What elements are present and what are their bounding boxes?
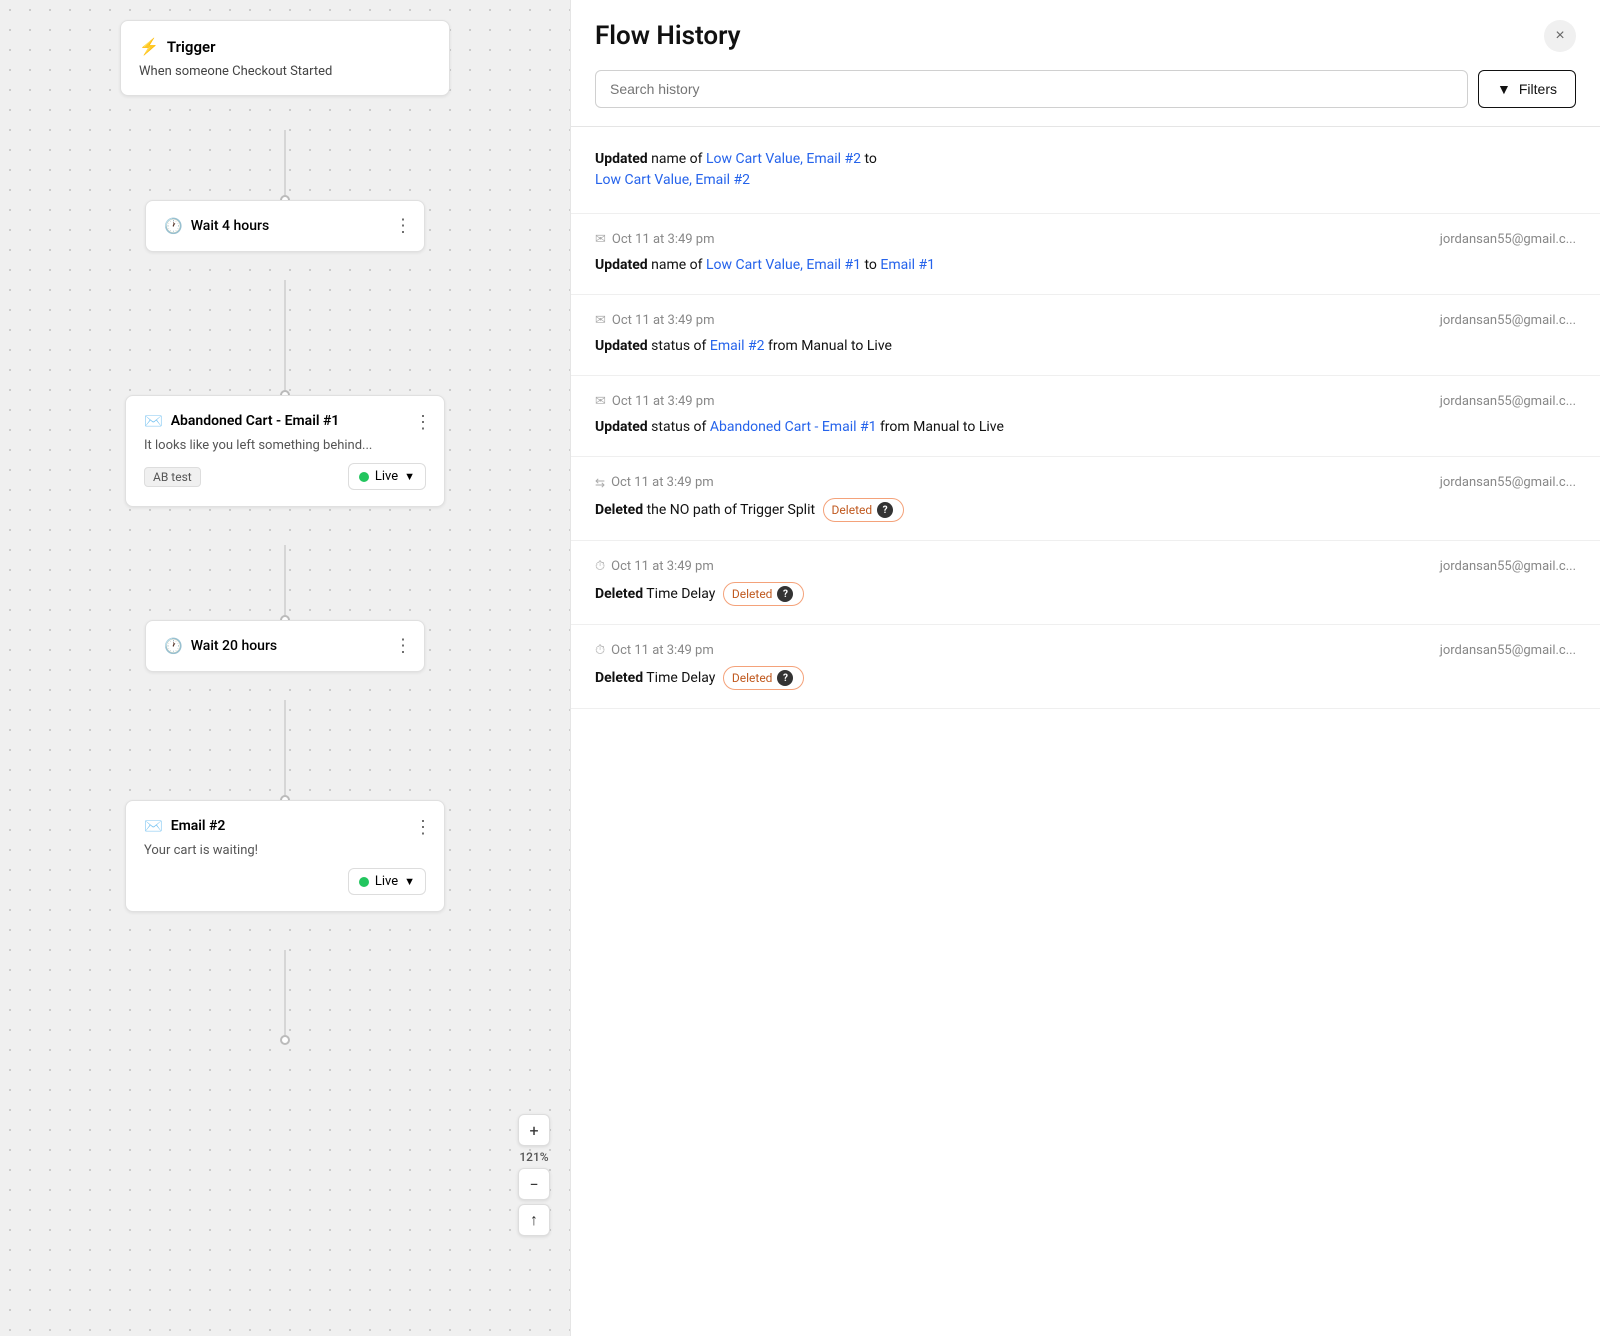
trigger-node-title: Trigger — [167, 38, 216, 56]
history-item-5: ⏱ Oct 11 at 3:49 pm jordansan55@gmail.c.… — [571, 541, 1600, 625]
connector-4 — [285, 700, 286, 805]
chevron-down-icon-1: ▼ — [404, 470, 415, 483]
mail-meta-icon-2: ✉ — [595, 313, 606, 328]
email-node-1: ✉️ Abandoned Cart - Email #1 It looks li… — [125, 395, 445, 507]
connector-dot-5 — [280, 1035, 290, 1045]
history-item-4: ⇆ Oct 11 at 3:49 pm jordansan55@gmail.c.… — [571, 457, 1600, 541]
history-item-1: ✉ Oct 11 at 3:49 pm jordansan55@gmail.c.… — [571, 214, 1600, 295]
email-node-2-status[interactable]: Live ▼ — [348, 868, 426, 895]
user-5: jordansan55@gmail.c... — [1440, 559, 1576, 574]
connector-2 — [285, 280, 286, 400]
panel-title: Flow History — [595, 21, 741, 51]
wait-node-1-more[interactable]: ⋮ — [394, 216, 412, 237]
user-4: jordansan55@gmail.c... — [1440, 475, 1576, 490]
deleted-badge-6: Deleted ? — [723, 666, 805, 690]
filter-icon: ▼ — [1497, 81, 1511, 97]
history-meta-2: ✉ Oct 11 at 3:49 pm jordansan55@gmail.c.… — [595, 313, 1576, 328]
panel-header: Flow History × ▼ Filters — [571, 0, 1600, 127]
clock-icon-1: 🕐 — [164, 217, 183, 235]
deleted-badge-4: Deleted ? — [823, 498, 905, 522]
email-node-1-more[interactable]: ⋮ — [414, 412, 432, 433]
ab-badge: AB test — [144, 467, 201, 487]
history-meta-4: ⇆ Oct 11 at 3:49 pm jordansan55@gmail.c.… — [595, 475, 1576, 490]
email-node-1-status[interactable]: Live ▼ — [348, 463, 426, 490]
email-node-2: ✉️ Email #2 Your cart is waiting! Live ▼… — [125, 800, 445, 912]
timestamp-5: Oct 11 at 3:49 pm — [611, 559, 714, 574]
email-node-2-more[interactable]: ⋮ — [414, 817, 432, 838]
help-icon-5: ? — [777, 586, 793, 602]
bolt-icon: ⚡ — [139, 37, 159, 56]
history-content-5: Deleted Time Delay Deleted ? — [595, 582, 1576, 606]
help-icon-6: ? — [777, 670, 793, 686]
search-input-wrap — [595, 70, 1468, 108]
mail-icon-2: ✉️ — [144, 817, 163, 835]
history-meta-1: ✉ Oct 11 at 3:49 pm jordansan55@gmail.c.… — [595, 232, 1576, 247]
mail-icon-1: ✉️ — [144, 412, 163, 430]
zoom-in-button[interactable]: + — [518, 1114, 550, 1146]
email-node-2-subtitle: Your cart is waiting! — [144, 843, 426, 858]
email-node-1-title: Abandoned Cart - Email #1 — [171, 413, 340, 429]
email-node-1-subtitle: It looks like you left something behind.… — [144, 438, 426, 453]
history-item-6: ⏱ Oct 11 at 3:49 pm jordansan55@gmail.c.… — [571, 625, 1600, 709]
connector-3 — [285, 545, 286, 625]
history-content-0: Updated name of Low Cart Value, Email #2… — [595, 149, 1576, 191]
zoom-controls: + 121% − ↑ — [518, 1114, 550, 1236]
user-6: jordansan55@gmail.c... — [1440, 643, 1576, 658]
live-dot-2 — [359, 877, 369, 887]
timestamp-2: Oct 11 at 3:49 pm — [612, 313, 715, 328]
clock-icon-2: 🕐 — [164, 637, 183, 655]
flow-canvas: ⚡ Trigger When someone Checkout Started … — [0, 0, 570, 1336]
timestamp-1: Oct 11 at 3:49 pm — [612, 232, 715, 247]
connector-5 — [285, 950, 286, 1040]
email-node-2-title: Email #2 — [171, 818, 226, 834]
user-3: jordansan55@gmail.c... — [1440, 394, 1576, 409]
wait-node-1-label: Wait 4 hours — [191, 218, 269, 234]
history-content-1: Updated name of Low Cart Value, Email #1… — [595, 255, 1576, 276]
wait-node-2: 🕐 Wait 20 hours ⋮ — [145, 620, 425, 672]
trigger-node: ⚡ Trigger When someone Checkout Started — [120, 20, 450, 96]
chevron-down-icon-2: ▼ — [404, 875, 415, 888]
history-meta-5: ⏱ Oct 11 at 3:49 pm jordansan55@gmail.c.… — [595, 559, 1576, 574]
history-item-2: ✉ Oct 11 at 3:49 pm jordansan55@gmail.c.… — [571, 295, 1600, 376]
history-item-3: ✉ Oct 11 at 3:49 pm jordansan55@gmail.c.… — [571, 376, 1600, 457]
clock-meta-icon-5: ⏱ — [595, 559, 605, 574]
history-meta-3: ✉ Oct 11 at 3:49 pm jordansan55@gmail.c.… — [595, 394, 1576, 409]
filter-button[interactable]: ▼ Filters — [1478, 70, 1576, 108]
history-item-0: Updated name of Low Cart Value, Email #2… — [571, 127, 1600, 214]
history-content-3: Updated status of Abandoned Cart - Email… — [595, 417, 1576, 438]
trigger-node-subtitle: When someone Checkout Started — [139, 64, 431, 79]
zoom-reset-button[interactable]: ↑ — [518, 1204, 550, 1236]
user-1: jordansan55@gmail.c... — [1440, 232, 1576, 247]
timestamp-3: Oct 11 at 3:49 pm — [612, 394, 715, 409]
user-2: jordansan55@gmail.c... — [1440, 313, 1576, 328]
history-content-2: Updated status of Email #2 from Manual t… — [595, 336, 1576, 357]
history-list: Updated name of Low Cart Value, Email #2… — [571, 127, 1600, 1336]
flow-history-panel: Flow History × ▼ Filters Updated name of… — [570, 0, 1600, 1336]
help-icon-4: ? — [877, 502, 893, 518]
zoom-level: 121% — [519, 1150, 548, 1164]
history-content-6: Deleted Time Delay Deleted ? — [595, 666, 1576, 690]
mail-meta-icon-3: ✉ — [595, 394, 606, 409]
filter-label: Filters — [1519, 81, 1557, 97]
clock-meta-icon-6: ⏱ — [595, 643, 605, 658]
connector-1 — [285, 130, 286, 205]
mail-meta-icon-1: ✉ — [595, 232, 606, 247]
trigger-meta-icon-4: ⇆ — [595, 476, 605, 490]
close-button[interactable]: × — [1544, 20, 1576, 52]
history-content-4: Deleted the NO path of Trigger Split Del… — [595, 498, 1576, 522]
zoom-out-button[interactable]: − — [518, 1168, 550, 1200]
history-meta-6: ⏱ Oct 11 at 3:49 pm jordansan55@gmail.c.… — [595, 643, 1576, 658]
live-dot-1 — [359, 472, 369, 482]
wait-node-1: 🕐 Wait 4 hours ⋮ — [145, 200, 425, 252]
timestamp-4: Oct 11 at 3:49 pm — [611, 475, 714, 490]
wait-node-2-more[interactable]: ⋮ — [394, 636, 412, 657]
deleted-badge-5: Deleted ? — [723, 582, 805, 606]
search-input[interactable] — [595, 70, 1468, 108]
timestamp-6: Oct 11 at 3:49 pm — [611, 643, 714, 658]
wait-node-2-label: Wait 20 hours — [191, 638, 277, 654]
